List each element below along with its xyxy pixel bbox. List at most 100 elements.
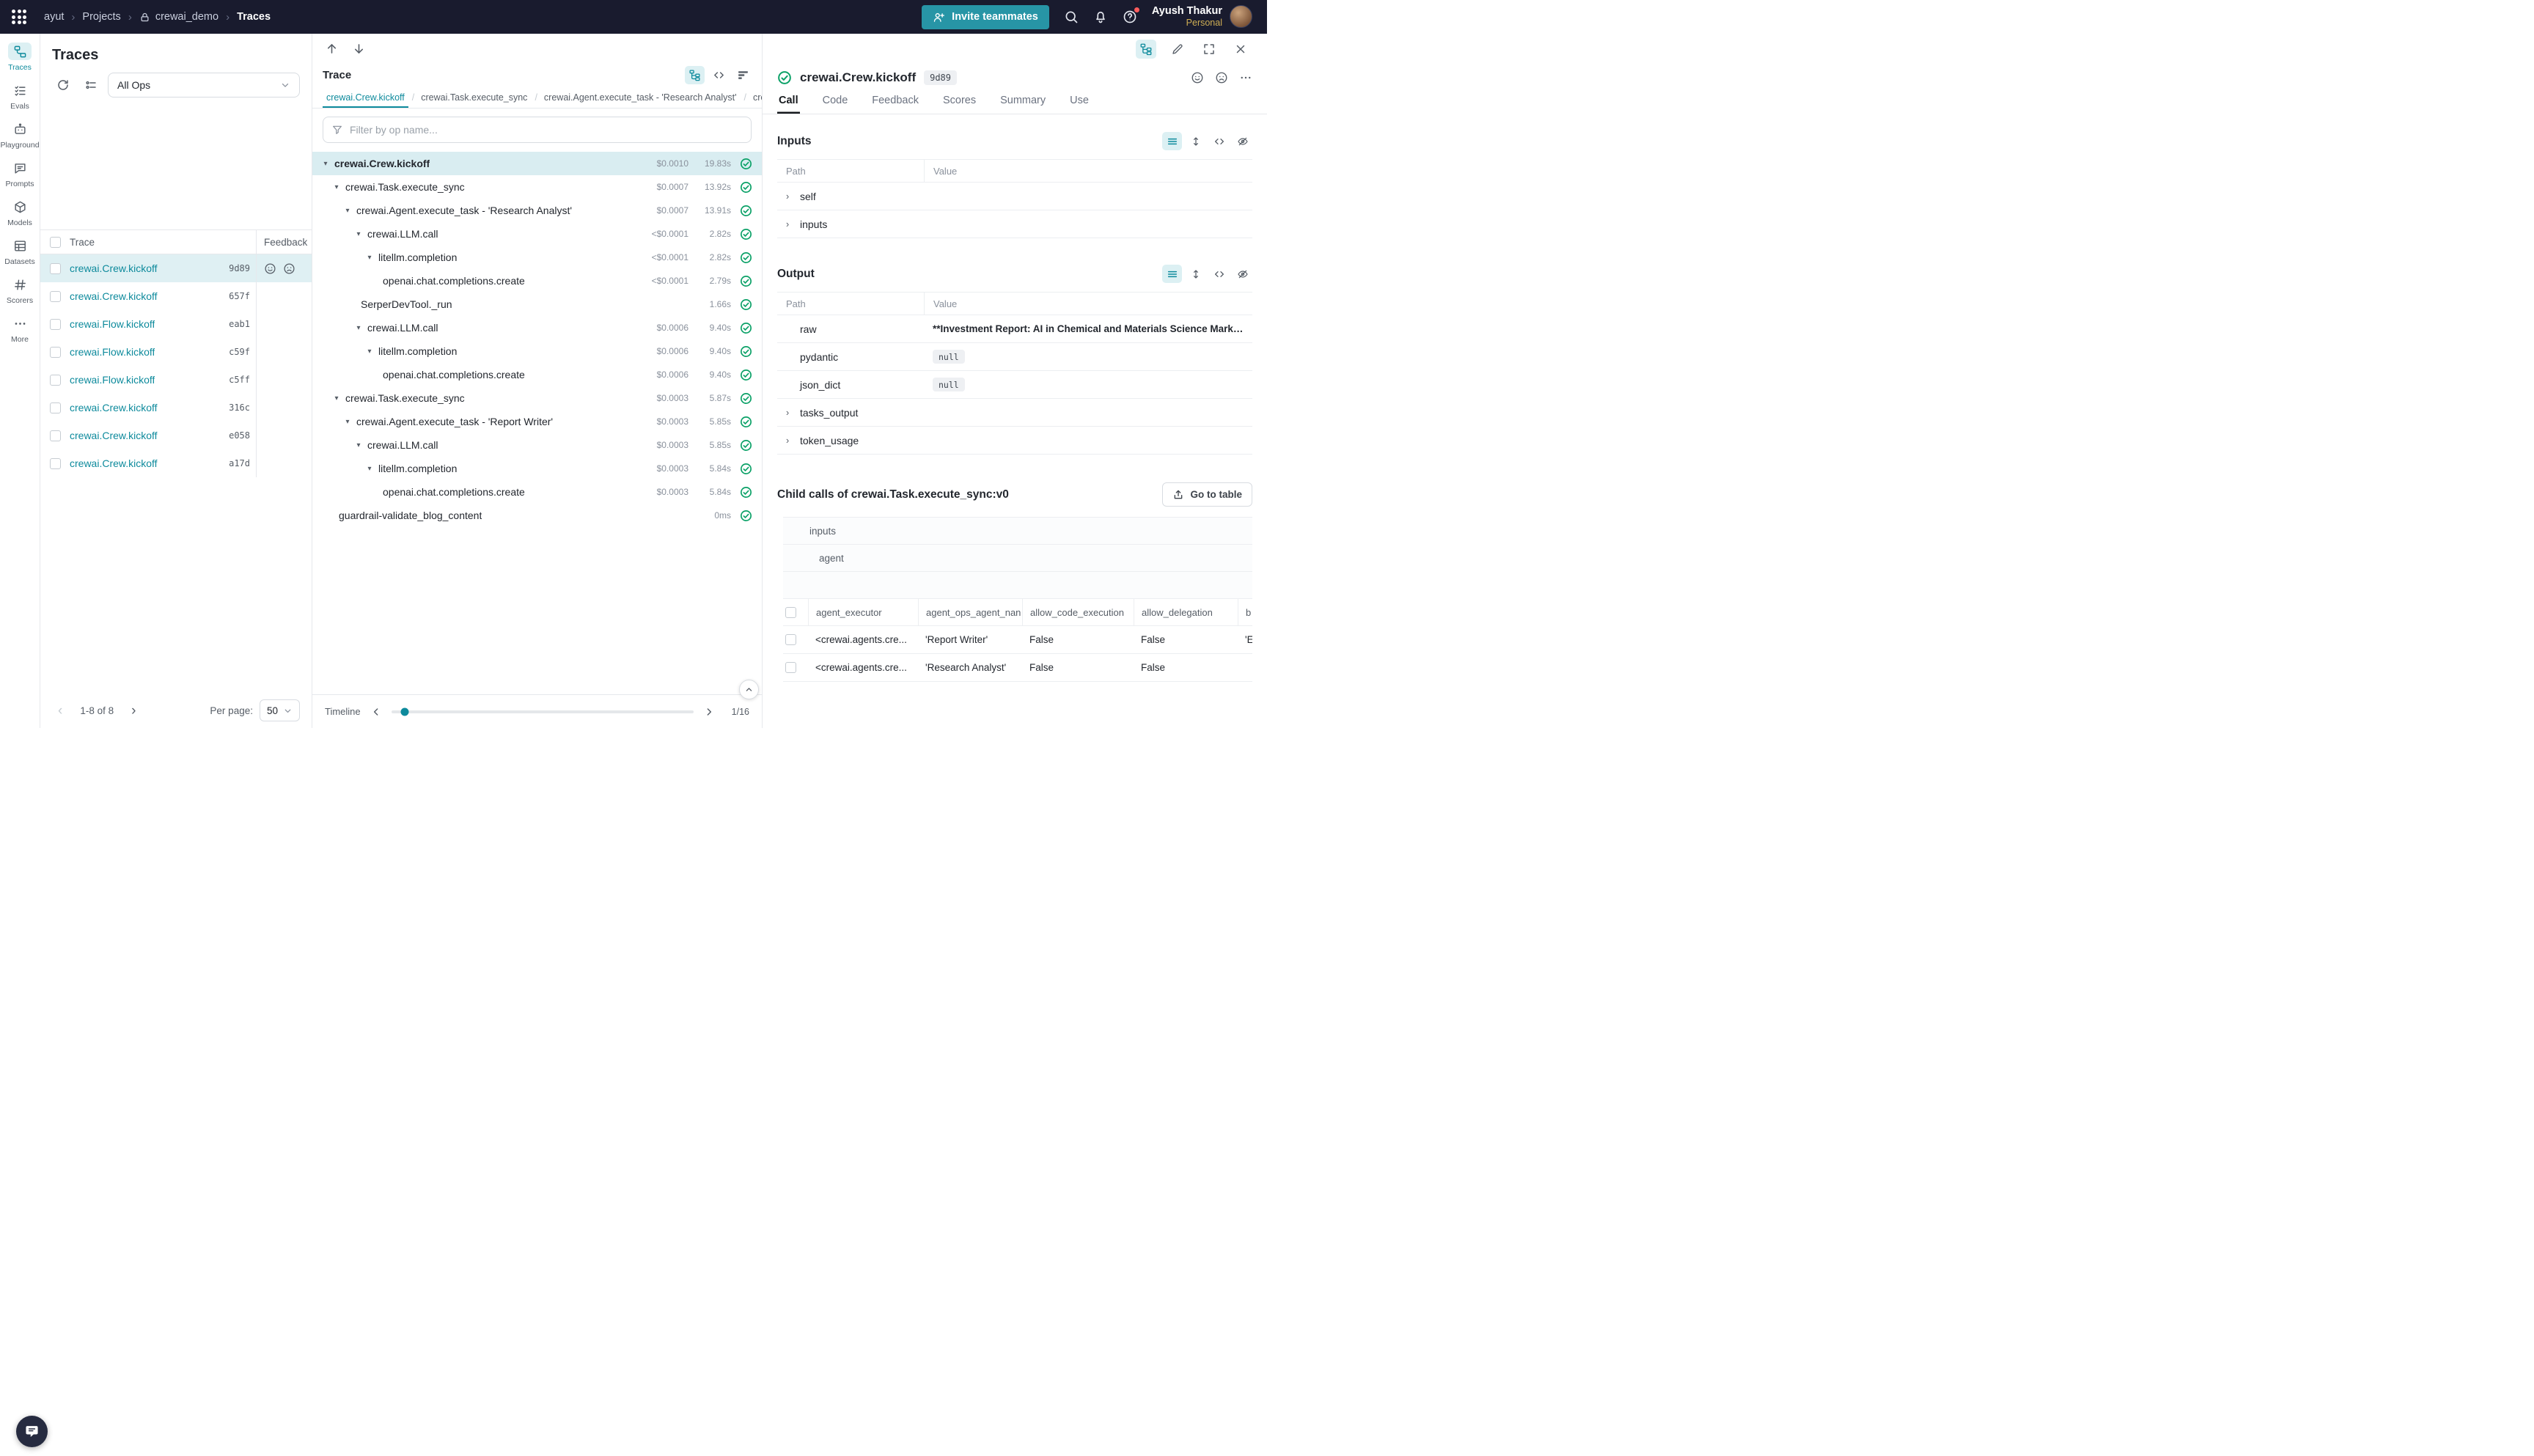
trace-tree-row[interactable]: openai.chat.completions.create $0.0006 9… [312, 363, 762, 386]
chevron-down-icon[interactable] [342, 418, 353, 426]
trace-tree-row[interactable]: crewai.Agent.execute_task - 'Research An… [312, 199, 762, 222]
list-view-icon[interactable] [1162, 132, 1182, 150]
chevron-right-icon[interactable] [786, 435, 795, 446]
trace-tree-row[interactable]: guardrail-validate_blog_content 0ms [312, 504, 762, 527]
op-name-filter[interactable] [323, 117, 752, 143]
sidebar-item-traces[interactable]: Traces [1, 43, 39, 72]
timeline-slider-handle[interactable] [401, 707, 409, 716]
refresh-icon[interactable] [52, 74, 74, 96]
chevron-down-icon[interactable] [364, 465, 375, 473]
breadcrumb-projects[interactable]: Projects [82, 11, 120, 23]
trace-crumb-tab[interactable]: crewai.Agent.execute_task - 'Research An… [531, 87, 740, 108]
output-row[interactable]: raw **Investment Report: AI in Chemical … [777, 315, 1252, 343]
detail-tab[interactable]: Code [821, 95, 850, 114]
invite-teammates-button[interactable]: Invite teammates [922, 5, 1049, 29]
column-header[interactable]: allow_delegation [1134, 599, 1238, 625]
chevron-down-icon[interactable] [331, 394, 342, 402]
chevron-right-icon[interactable] [786, 219, 795, 229]
trace-row[interactable]: crewai.Crew.kickoff 316c [40, 394, 312, 422]
chevron-down-icon[interactable] [353, 441, 364, 449]
row-checkbox[interactable] [50, 402, 61, 413]
trace-tree-row[interactable]: crewai.Task.execute_sync $0.0003 5.87s [312, 386, 762, 410]
trace-tree-row[interactable]: litellm.completion <$0.0001 2.82s [312, 246, 762, 269]
flame-graph-icon[interactable] [733, 66, 753, 84]
table-row[interactable]: <crewai.agents.cre... 'Report Writer' Fa… [783, 626, 1252, 654]
tree-view-icon[interactable] [685, 66, 705, 84]
detail-tab[interactable]: Summary [999, 95, 1047, 114]
chevron-down-icon[interactable] [342, 207, 353, 215]
input-row[interactable]: inputs [777, 210, 1252, 238]
sidebar-item-prompts[interactable]: Prompts [1, 159, 39, 188]
chevron-down-icon[interactable] [331, 183, 342, 191]
expand-rows-icon[interactable] [1186, 132, 1205, 150]
output-row[interactable]: token_usage [777, 427, 1252, 455]
frowny-feedback-icon[interactable] [283, 262, 295, 275]
smiley-feedback-icon[interactable] [1191, 71, 1204, 84]
sidebar-item-scorers[interactable]: Scorers [1, 276, 39, 305]
breadcrumb-entity[interactable]: ayut [44, 11, 64, 23]
select-all-checkbox[interactable] [785, 607, 796, 618]
trace-tree-row[interactable]: crewai.LLM.call <$0.0001 2.82s [312, 222, 762, 246]
column-header[interactable]: b [1238, 599, 1252, 625]
trace-tree-row[interactable]: crewai.Task.execute_sync $0.0007 13.92s [312, 175, 762, 199]
row-checkbox[interactable] [50, 291, 61, 302]
trace-crumb-tab[interactable]: crewai.Task.execute_sync [408, 87, 532, 108]
sidebar-item-evals[interactable]: Evals [1, 81, 39, 111]
trace-tree-row[interactable]: crewai.LLM.call $0.0006 9.40s [312, 316, 762, 339]
sidebar-item-playground[interactable]: Playground [1, 120, 39, 150]
output-row[interactable]: json_dict null [777, 371, 1252, 399]
code-view-icon[interactable] [709, 66, 729, 84]
detail-tab[interactable]: Scores [941, 95, 977, 114]
chevron-down-icon[interactable] [364, 348, 375, 356]
ops-filter-select[interactable]: All Ops [108, 73, 300, 98]
trace-link[interactable]: crewai.Flow.kickoff [70, 346, 155, 358]
trace-link[interactable]: crewai.Crew.kickoff [70, 402, 158, 413]
trace-row[interactable]: crewai.Flow.kickoff c59f [40, 338, 312, 366]
row-checkbox[interactable] [50, 319, 61, 330]
chevron-down-icon[interactable] [320, 160, 331, 168]
row-checkbox[interactable] [50, 347, 61, 358]
row-checkbox[interactable] [50, 430, 61, 441]
trace-row[interactable]: crewai.Crew.kickoff 657f [40, 282, 312, 310]
trace-tree-row[interactable]: crewai.Agent.execute_task - 'Report Writ… [312, 410, 762, 433]
wandb-logo[interactable] [12, 10, 26, 24]
fullscreen-expand-icon[interactable] [1199, 40, 1219, 59]
collapse-panel-icon[interactable] [739, 680, 759, 699]
sidebar-item-models[interactable]: Models [1, 198, 39, 227]
chevron-right-icon[interactable] [786, 408, 795, 418]
list-view-icon[interactable] [1162, 265, 1182, 283]
code-view-icon[interactable] [1209, 265, 1229, 283]
chat-support-button[interactable] [16, 1416, 48, 1447]
chevron-right-icon[interactable] [786, 191, 795, 202]
timeline-prev-icon[interactable] [370, 706, 382, 718]
timeline-slider[interactable] [392, 710, 694, 713]
trace-link[interactable]: crewai.Flow.kickoff [70, 318, 155, 330]
expand-rows-icon[interactable] [1186, 265, 1205, 283]
call-id-badge[interactable]: 9d89 [924, 70, 957, 85]
per-page-select[interactable]: 50 [260, 699, 300, 721]
hide-eye-off-icon[interactable] [1233, 265, 1252, 283]
trace-row[interactable]: crewai.Crew.kickoff a17d [40, 449, 312, 477]
user-menu[interactable]: Ayush Thakur Personal [1152, 5, 1252, 29]
column-header[interactable]: allow_code_execution [1022, 599, 1134, 625]
detail-tab[interactable]: Call [777, 95, 800, 114]
edit-pencil-icon[interactable] [1167, 40, 1188, 59]
detail-tab[interactable]: Use [1068, 95, 1090, 114]
next-trace-down-icon[interactable] [352, 42, 366, 56]
detail-tab[interactable]: Feedback [870, 95, 920, 114]
sidebar-item-more[interactable]: More [1, 315, 39, 344]
output-row[interactable]: pydantic null [777, 343, 1252, 371]
row-checkbox[interactable] [50, 375, 61, 386]
chevron-down-icon[interactable] [353, 324, 364, 332]
smiley-feedback-icon[interactable] [264, 262, 276, 275]
sidebar-item-datasets[interactable]: Datasets [1, 237, 39, 266]
filter-list-icon[interactable] [80, 74, 102, 96]
column-header-feedback[interactable]: Feedback [256, 230, 312, 254]
trace-row[interactable]: crewai.Flow.kickoff eab1 [40, 310, 312, 338]
table-row[interactable]: <crewai.agents.cre... 'Research Analyst'… [783, 654, 1252, 682]
go-to-table-button[interactable]: Go to table [1162, 482, 1253, 507]
chevron-down-icon[interactable] [364, 254, 375, 262]
row-checkbox[interactable] [785, 634, 796, 645]
breadcrumb-project[interactable]: crewai_demo [139, 11, 218, 23]
trace-row[interactable]: crewai.Crew.kickoff 9d89 [40, 254, 312, 282]
